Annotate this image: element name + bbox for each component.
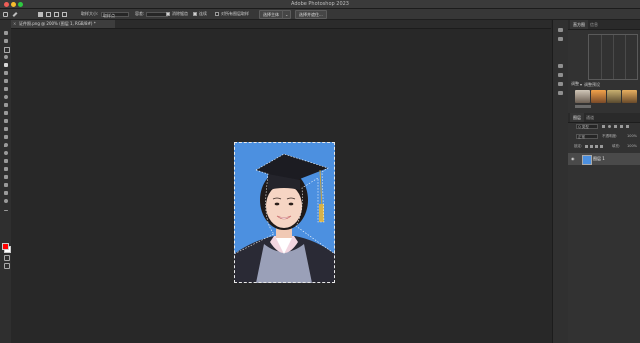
preset-thumbnail[interactable]	[590, 90, 606, 103]
fill-label: 填充:	[612, 144, 621, 148]
adjustment-presets	[575, 90, 637, 103]
gradient-tool-icon[interactable]	[3, 134, 8, 139]
lock-image-icon[interactable]	[590, 145, 593, 148]
document-tab-title: 证件照.png @ 200% (图层 1, RGB/8#) *	[19, 21, 96, 26]
home-icon[interactable]	[3, 9, 8, 19]
shape-filter-icon[interactable]	[620, 125, 623, 128]
more-tools-icon[interactable]	[3, 208, 8, 213]
document-tabs: × 证件照.png @ 200% (图层 1, RGB/8#) *	[11, 20, 551, 29]
subtract-selection-icon[interactable]	[54, 9, 59, 19]
contiguous-checkbox[interactable]: 连续	[193, 9, 207, 19]
history-brush-icon[interactable]	[3, 118, 8, 123]
sample-size-label: 取样大小:	[81, 11, 99, 16]
tolerance-label: 容差:	[135, 11, 145, 16]
history-panel-icon[interactable]	[558, 28, 563, 32]
close-tab-icon[interactable]: ×	[13, 20, 16, 28]
eyedropper-icon[interactable]	[3, 86, 8, 91]
document-canvas[interactable]	[234, 142, 335, 283]
opacity-value[interactable]: 100%	[627, 134, 637, 138]
dodge-tool-icon[interactable]	[3, 150, 8, 155]
artboard-tool-icon[interactable]	[3, 38, 8, 43]
select-subject-dropdown[interactable]: ⌄	[282, 9, 292, 19]
blur-tool-icon[interactable]	[3, 142, 8, 147]
sample-size-select[interactable]: 取样点	[99, 9, 129, 19]
type-tool-icon[interactable]	[3, 166, 8, 171]
path-select-icon[interactable]	[3, 174, 8, 179]
zoom-tool-icon[interactable]	[3, 198, 8, 203]
adjustment-filter-icon[interactable]	[608, 125, 611, 128]
marquee-tool-icon[interactable]	[3, 46, 10, 53]
tab-histogram[interactable]: 直方图	[570, 20, 588, 29]
quick-mask-icon[interactable]	[3, 254, 10, 261]
intersect-selection-icon[interactable]	[62, 9, 67, 19]
histogram-panel-tabs: 直方图 信息	[568, 20, 640, 30]
lock-all-icon[interactable]	[600, 145, 603, 148]
options-bar: 取样大小: 取样点 容差: 消除锯齿 连续 对所有图层取样 选择主体 ⌄ 选择并…	[0, 9, 640, 20]
stamp-tool-icon[interactable]	[3, 110, 8, 115]
more-presets-bar[interactable]	[575, 105, 591, 108]
layer-thumbnail	[582, 155, 592, 165]
shape-tool-icon[interactable]	[3, 182, 8, 187]
layer-filter-icons	[602, 125, 632, 128]
lasso-tool-icon[interactable]	[3, 54, 8, 59]
visibility-eye-icon[interactable]: ◉	[571, 153, 575, 165]
screen-mode-icon[interactable]	[3, 262, 10, 269]
select-subject-button[interactable]: 选择主体	[259, 9, 283, 19]
pixel-filter-icon[interactable]	[602, 125, 605, 128]
preset-thumbnail[interactable]	[575, 90, 590, 103]
properties-panel-icon[interactable]	[558, 91, 563, 95]
app-title: Adobe Photoshop 2023	[291, 1, 349, 7]
tab-info[interactable]: 信息	[590, 20, 598, 29]
move-tool-icon[interactable]	[3, 30, 8, 35]
tab-layers[interactable]: 图层	[570, 113, 584, 122]
crop-tool-icon[interactable]	[3, 70, 8, 75]
actions-panel-icon[interactable]	[558, 37, 563, 41]
antialias-label: 消除锯齿	[172, 11, 188, 16]
layers-panel-tabs: 图层 通道	[568, 113, 640, 123]
frame-tool-icon[interactable]	[3, 78, 8, 83]
window-titlebar: Adobe Photoshop 2023	[0, 0, 640, 9]
preset-thumbnail[interactable]	[622, 90, 637, 103]
fill-value[interactable]: 100%	[627, 144, 637, 148]
character-panel-icon[interactable]	[558, 82, 563, 86]
lock-label: 锁定:	[574, 144, 583, 148]
new-selection-icon[interactable]	[38, 9, 43, 19]
hand-tool-icon[interactable]	[3, 190, 8, 195]
brush-tool-icon[interactable]	[3, 102, 8, 107]
portrait-photo	[234, 142, 335, 283]
lock-icons	[585, 145, 605, 148]
tolerance-input[interactable]	[144, 9, 168, 19]
paragraph-panel-icon[interactable]	[558, 73, 563, 77]
foreground-color-swatch[interactable]	[2, 243, 9, 250]
pen-tool-icon[interactable]	[3, 158, 8, 163]
magic-wand-tool-icon[interactable]	[3, 62, 8, 67]
add-selection-icon[interactable]	[46, 9, 51, 19]
all-layers-checkbox[interactable]: 对所有图层取样	[215, 9, 249, 19]
all-layers-label: 对所有图层取样	[221, 11, 249, 16]
brush-panel-icon[interactable]	[558, 64, 563, 68]
right-panels: 直方图 信息 调整 ▾ 调整预设 图层 通道 Q 类型 正常 不透明度: 100…	[568, 20, 640, 343]
blend-mode-select[interactable]: 正常	[576, 134, 598, 139]
select-and-mask-button[interactable]: 选择并遮住...	[295, 9, 327, 19]
layer-row[interactable]: ◉ 图层 1	[568, 153, 640, 165]
histogram-graph	[588, 34, 638, 80]
lock-position-icon[interactable]	[595, 145, 598, 148]
eraser-tool-icon[interactable]	[3, 126, 8, 131]
antialias-checkbox[interactable]: 消除锯齿	[166, 9, 188, 19]
healing-brush-icon[interactable]	[3, 94, 8, 99]
lock-pixels-icon[interactable]	[585, 145, 588, 148]
panel-dock	[552, 20, 569, 343]
preset-thumbnail[interactable]	[606, 90, 622, 103]
document-tab[interactable]: × 证件照.png @ 200% (图层 1, RGB/8#) *	[11, 20, 115, 28]
layer-filter-select[interactable]: Q 类型	[576, 124, 598, 129]
contiguous-label: 连续	[199, 11, 207, 16]
smart-filter-icon[interactable]	[626, 125, 629, 128]
layer-name: 图层 1	[593, 156, 605, 161]
tab-channels[interactable]: 通道	[586, 113, 594, 122]
type-filter-icon[interactable]	[614, 125, 617, 128]
adjustment-presets-header[interactable]: ▾ 调整预设	[580, 81, 640, 88]
opacity-label: 不透明度:	[602, 134, 618, 138]
eyedropper-tool-icon[interactable]	[12, 9, 18, 19]
